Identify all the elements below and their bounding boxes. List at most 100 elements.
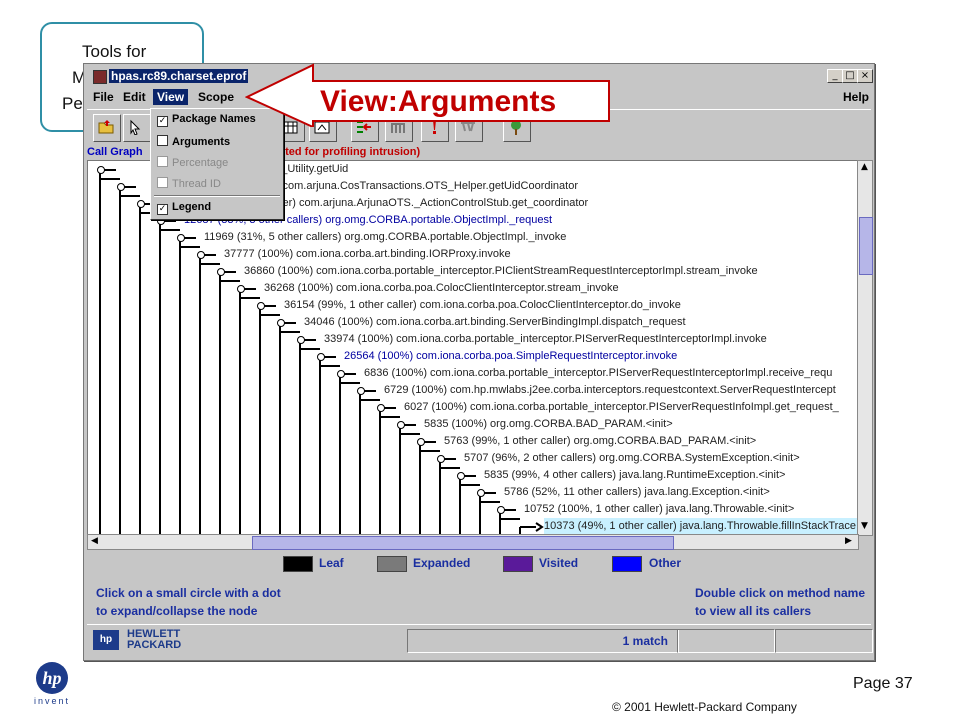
help-text-left-1: Click on a small circle with a dot — [96, 586, 281, 600]
legend-swatch-leaf — [283, 556, 313, 572]
call-graph-row[interactable]: 5786 (52%, 11 other callers) java.lang.E… — [504, 484, 770, 500]
status-bar: hp HEWLETT PACKARD 1 match — [87, 624, 873, 657]
page-number: Page 37 — [853, 675, 913, 692]
expand-node-icon[interactable] — [177, 234, 185, 242]
expand-node-icon[interactable] — [457, 472, 465, 480]
call-graph-note: sted for profiling intrusion) — [279, 146, 421, 158]
menu-item-package-names[interactable]: ✓ Package Names — [157, 113, 256, 127]
call-graph-row[interactable]: 37777 (100%) com.iona.corba.art.binding.… — [224, 246, 511, 262]
slide-title-line: Pe — [62, 94, 83, 113]
expand-node-icon[interactable] — [417, 438, 425, 446]
expand-node-icon[interactable] — [237, 285, 245, 293]
call-graph-label: Call Graph — [87, 146, 143, 158]
call-graph-row[interactable]: 36860 (100%) com.iona.corba.portable_int… — [244, 263, 758, 279]
expand-node-icon[interactable] — [97, 166, 105, 174]
maximize-button[interactable]: □ — [842, 69, 858, 83]
expand-node-icon[interactable] — [277, 319, 285, 327]
expand-node-icon[interactable] — [357, 387, 365, 395]
menu-scope[interactable]: Scope — [198, 90, 234, 104]
scroll-up-icon[interactable]: ▲ — [861, 162, 868, 172]
legend-swatch-expanded — [377, 556, 407, 572]
call-graph-row[interactable]: 10373 (49%, 1 other caller) java.lang.Th… — [544, 518, 858, 534]
company-name-line2: PACKARD — [127, 639, 182, 651]
expand-node-icon[interactable] — [317, 353, 325, 361]
hp-tagline: invent — [34, 696, 71, 706]
call-graph-row[interactable]: 26564 (100%) com.iona.corba.poa.SimpleRe… — [344, 348, 677, 364]
slide-title-line: Tools for — [82, 42, 147, 61]
menu-item-label: Legend — [172, 201, 212, 213]
checkbox-unchecked-icon — [157, 135, 168, 146]
checkbox-checked-icon: ✓ — [157, 204, 168, 215]
legend-swatch-visited — [503, 556, 533, 572]
callout-text: View:Arguments — [320, 85, 557, 118]
expand-node-icon[interactable] — [337, 370, 345, 378]
copyright: © 2001 Hewlett-Packard Company — [612, 700, 797, 714]
match-count: 1 match — [407, 629, 679, 653]
help-text-left-2: to expand/collapse the node — [96, 604, 258, 618]
status-field — [677, 629, 775, 653]
company-name: HEWLETT PACKARD — [127, 629, 181, 651]
menu-help[interactable]: Help — [843, 90, 869, 104]
expand-node-icon[interactable] — [497, 506, 505, 514]
legend-label-other: Other — [649, 556, 682, 570]
expand-node-icon[interactable] — [477, 489, 485, 497]
scroll-left-icon[interactable]: ◀ — [91, 536, 98, 546]
hp-logo-text: hp — [42, 668, 61, 688]
call-graph-row[interactable]: 10752 (100%, 1 other caller) java.lang.T… — [524, 501, 794, 517]
open-button[interactable] — [93, 114, 121, 142]
call-graph-row[interactable]: 5763 (99%, 1 other caller) org.omg.CORBA… — [444, 433, 756, 449]
tree-arrow-icon — [535, 522, 544, 532]
expand-node-icon[interactable] — [117, 183, 125, 191]
hp-logo-small: hp — [93, 630, 119, 650]
menu-file[interactable]: File — [93, 90, 114, 104]
menu-item-label: Percentage — [172, 157, 229, 169]
call-graph-row[interactable]: 36268 (100%) com.iona.corba.poa.ColocCli… — [264, 280, 619, 296]
menu-item-percentage: Percentage — [157, 156, 228, 169]
expand-node-icon[interactable] — [377, 404, 385, 412]
close-button[interactable]: × — [857, 69, 873, 83]
menu-item-arguments[interactable]: Arguments — [157, 135, 230, 148]
expand-node-icon[interactable] — [257, 302, 265, 310]
menu-item-legend[interactable]: ✓ Legend — [157, 201, 211, 215]
expand-node-icon[interactable] — [297, 336, 305, 344]
call-graph-row[interactable]: 6027 (100%) com.iona.corba.portable_inte… — [404, 399, 839, 415]
vertical-scrollbar[interactable]: ▲ ▼ — [857, 160, 873, 536]
help-text-right-1: Double click on method name — [695, 586, 866, 600]
call-graph-row[interactable]: 5835 (99%, 4 other callers) java.lang.Ru… — [484, 467, 785, 483]
call-graph-row[interactable]: 11969 (31%, 5 other callers) org.omg.COR… — [204, 229, 566, 245]
menu-item-label: Arguments — [172, 136, 231, 148]
legend-label-visited: Visited — [539, 556, 579, 570]
match-count-text: 1 match — [622, 634, 668, 648]
help-text-right-2: to view all its callers — [695, 604, 812, 618]
menu-separator — [154, 195, 280, 197]
call-graph-row[interactable]: er) com.arjuna.CosTransactions.OTS_Helpe… — [266, 178, 578, 194]
expand-node-icon[interactable] — [437, 455, 445, 463]
call-graph-row[interactable]: 33974 (100%) com.iona.corba.portable_int… — [324, 331, 767, 347]
checkbox-checked-icon: ✓ — [157, 116, 168, 127]
scroll-right-icon[interactable]: ▶ — [845, 536, 852, 546]
call-graph-row[interactable]: 6729 (100%) com.hp.mwlabs.j2ee.corba.int… — [384, 382, 836, 398]
status-field — [775, 629, 873, 653]
call-graph-row[interactable]: 34046 (100%) com.iona.corba.art.binding.… — [304, 314, 686, 330]
horizontal-scrollbar[interactable]: ◀ ▶ — [87, 534, 859, 550]
window-title: hpas.rc89.charset.eprof — [109, 69, 249, 83]
select-button[interactable] — [123, 114, 151, 142]
call-graph-row[interactable]: 5707 (96%, 2 other callers) org.omg.CORB… — [464, 450, 800, 466]
open-folder-icon — [98, 119, 114, 135]
menu-view[interactable]: View — [153, 89, 189, 105]
expand-node-icon[interactable] — [137, 200, 145, 208]
horizontal-scroll-thumb[interactable] — [252, 536, 674, 550]
vertical-scroll-thumb[interactable] — [859, 217, 873, 275]
checkbox-unchecked-icon — [157, 177, 168, 188]
menu-edit[interactable]: Edit — [123, 90, 146, 104]
expand-node-icon[interactable] — [397, 421, 405, 429]
call-graph-row[interactable]: 5835 (100%) org.omg.CORBA.BAD_PARAM.<ini… — [424, 416, 673, 432]
expand-node-icon[interactable] — [197, 251, 205, 259]
call-graph-row[interactable]: 36154 (99%, 1 other caller) com.iona.cor… — [284, 297, 681, 313]
scroll-down-icon[interactable]: ▼ — [861, 521, 868, 531]
call-graph-row[interactable]: caller) com.arjuna.ArjunaOTS._ActionCont… — [266, 195, 588, 211]
legend-swatch-other — [612, 556, 642, 572]
minimize-button[interactable]: _ — [827, 69, 843, 83]
call-graph-row[interactable]: 6836 (100%) com.iona.corba.portable_inte… — [364, 365, 832, 381]
expand-node-icon[interactable] — [217, 268, 225, 276]
